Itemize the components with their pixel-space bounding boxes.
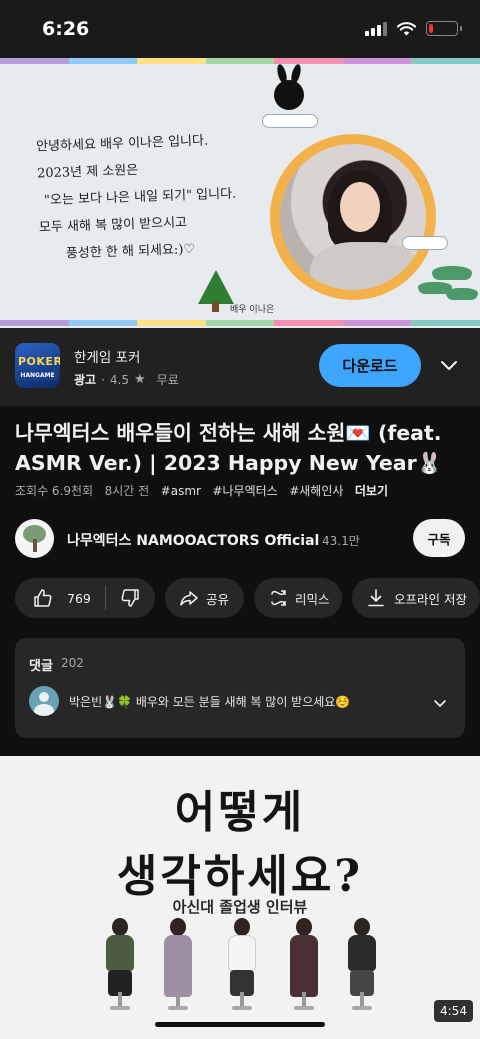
hashtag-link[interactable]: #asmr xyxy=(161,484,201,498)
ad-badge: 광고 xyxy=(74,373,97,387)
thumbs-down-icon xyxy=(121,589,139,607)
star-icon: ★ xyxy=(134,372,146,387)
stripe-segment xyxy=(274,58,343,64)
status-bar: 6:26 xyxy=(0,0,480,58)
subscribe-button[interactable]: 구독 xyxy=(413,519,465,557)
like-count: 769 xyxy=(67,590,91,606)
share-button[interactable]: 공유 xyxy=(165,578,244,618)
rabbit-illustration xyxy=(274,80,304,110)
offline-label: 오프라인 저장 xyxy=(394,591,467,607)
cellular-signal-icon xyxy=(365,21,387,36)
ad-app-logo[interactable]: POKER HANGAME xyxy=(15,343,60,388)
tree-trunk xyxy=(212,302,219,312)
channel-name[interactable]: 나무엑터스 NAMOOACTORS Official xyxy=(67,530,319,550)
handwritten-letter: 안녕하세요 배우 이나은 입니다. 2023년 제 소원은 "오는 보다 나은 … xyxy=(36,127,239,269)
ad-price: 무료 xyxy=(156,373,179,387)
offline-save-button[interactable]: 오프라인 저장 xyxy=(352,578,480,618)
upload-age: 8시간 전 xyxy=(104,484,150,498)
ad-rating: 4.5 xyxy=(109,372,130,387)
person-figure xyxy=(158,918,198,1010)
ad-logo-text-top: POKER xyxy=(18,355,60,368)
ad-banner[interactable]: POKER HANGAME 한게임 포커 광고 · 4.5 ★ 무료 다운로드 xyxy=(0,328,480,406)
stripe-segment xyxy=(342,320,412,326)
cloud-illustration xyxy=(402,236,448,250)
like-button[interactable]: 769 xyxy=(15,578,105,618)
video-player[interactable]: 안녕하세요 배우 이나은 입니다. 2023년 제 소원은 "오는 보다 나은 … xyxy=(0,58,480,328)
status-icons xyxy=(365,21,462,36)
comments-panel[interactable]: 댓글 202 박은빈🐰🍀 배우와 모든 분들 새해 복 많이 받으세요☺️ xyxy=(15,638,465,738)
action-bar: 769 공유 리믹스 오프라인 저장 xyxy=(15,578,480,618)
hero-stripe-top xyxy=(0,58,480,64)
video-meta[interactable]: 조회수 6.9천회 8시간 전 #asmr #나무엑터스 #새해인사 더보기 xyxy=(15,482,388,499)
ad-meta: 광고 · 4.5 ★ 무료 xyxy=(74,371,179,388)
status-time: 6:26 xyxy=(42,18,90,40)
download-icon xyxy=(368,589,384,607)
share-label: 공유 xyxy=(206,591,230,607)
video-duration-badge: 4:54 xyxy=(434,1000,473,1022)
remix-icon xyxy=(271,590,286,606)
tree-illustration xyxy=(198,270,234,304)
person-figure xyxy=(100,918,140,1010)
cloud-illustration xyxy=(262,114,318,128)
stripe-segment xyxy=(205,58,275,64)
home-indicator[interactable] xyxy=(155,1022,325,1027)
more-button[interactable]: 더보기 xyxy=(355,484,388,498)
channel-avatar[interactable] xyxy=(15,519,54,558)
hashtag-link[interactable]: #새해인사 xyxy=(289,484,343,498)
thumbnail-subtitle: 아신대 졸업생 인터뷰 xyxy=(172,898,308,916)
person-figure xyxy=(222,918,262,1010)
commenter-avatar xyxy=(29,686,59,716)
channel-row[interactable]: 나무엑터스 NAMOOACTORS Official 43.1만 구독 xyxy=(0,517,480,563)
battery-level xyxy=(429,24,433,33)
comments-label: 댓글 xyxy=(29,659,53,674)
stripe-segment xyxy=(0,58,69,64)
stripe-segment xyxy=(411,58,480,64)
stripe-segment xyxy=(274,320,343,326)
ad-separator: · xyxy=(101,372,105,387)
stripe-segment xyxy=(0,320,69,326)
battery-icon xyxy=(426,21,462,36)
share-icon xyxy=(180,591,198,606)
top-comment-text: 박은빈🐰🍀 배우와 모든 분들 새해 복 많이 받으세요☺️ xyxy=(69,695,351,709)
video-title[interactable]: 나무엑터스 배우들이 전하는 새해 소원💌 (feat. ASMR Ver.) … xyxy=(15,418,470,478)
stripe-segment xyxy=(68,320,138,326)
like-dislike-chip: 769 xyxy=(15,578,155,618)
chevron-down-icon[interactable] xyxy=(438,354,460,376)
thumbnail-headline-line1: 어떻게 xyxy=(174,787,306,838)
actor-photo xyxy=(280,144,426,290)
pine-illustration xyxy=(418,266,478,310)
stripe-segment xyxy=(137,320,206,326)
thumbs-up-icon xyxy=(34,589,52,607)
download-button[interactable]: 다운로드 xyxy=(319,344,421,387)
stripe-segment xyxy=(411,320,480,326)
hero-stripe-bottom xyxy=(0,320,480,326)
chevron-down-icon[interactable] xyxy=(433,696,447,710)
person-figure xyxy=(342,918,382,1010)
wifi-icon xyxy=(397,21,416,35)
remix-label: 리믹스 xyxy=(295,591,330,607)
letter-line: 풍성한 한 해 되세요:)♡ xyxy=(65,242,196,262)
ad-logo-text-bottom: HANGAME xyxy=(18,371,57,380)
stripe-segment xyxy=(205,320,275,326)
remix-button[interactable]: 리믹스 xyxy=(254,578,342,618)
comments-count: 202 xyxy=(61,656,84,670)
dislike-button[interactable] xyxy=(106,578,154,618)
hero-signature: 배우 이나은 xyxy=(230,305,275,315)
thumbnail-headline-line2: 생각하세요? xyxy=(116,851,364,902)
stripe-segment xyxy=(68,58,138,64)
view-count: 조회수 6.9천회 xyxy=(15,484,94,498)
person-figure xyxy=(284,918,324,1010)
ad-title[interactable]: 한게임 포커 xyxy=(74,346,140,366)
subscriber-count: 43.1만 xyxy=(322,534,360,548)
next-video-thumbnail[interactable]: 어떻게 생각하세요? 아신대 졸업생 인터뷰 xyxy=(0,756,480,1039)
hashtag-link[interactable]: #나무엑터스 xyxy=(212,484,277,498)
stripe-segment xyxy=(137,58,206,64)
stripe-segment xyxy=(342,58,412,64)
